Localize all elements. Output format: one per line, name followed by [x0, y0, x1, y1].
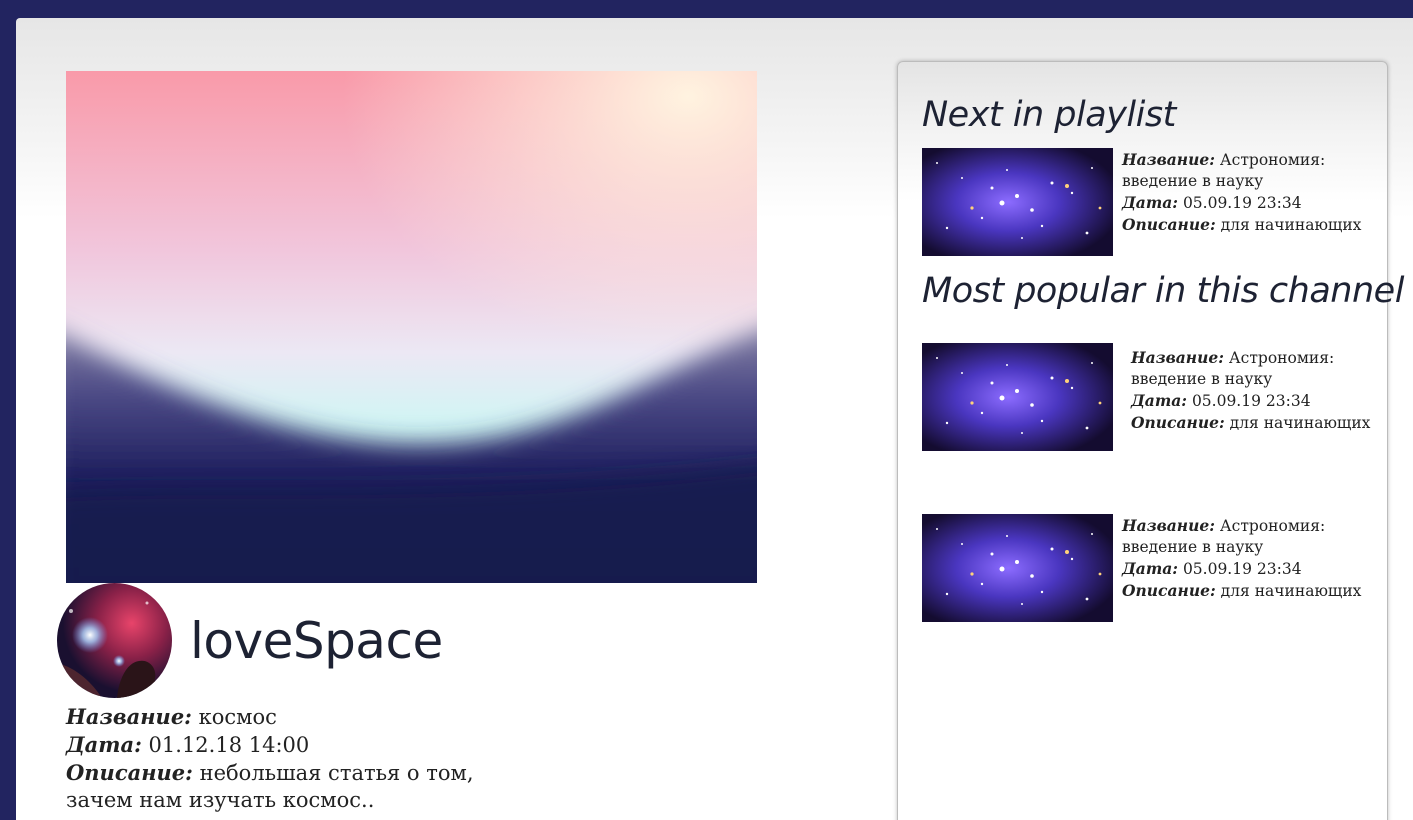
- popular-item-info[interactable]: Название: Астрономия: введение в науку Д…: [1122, 515, 1361, 602]
- video-date-row: Дата: 01.12.18 14:00: [66, 731, 506, 759]
- video-date: 01.12.18 14:00: [148, 733, 310, 757]
- video-title-row: Название: космос: [66, 703, 506, 731]
- video-description-cont: зачем нам изучать космос..: [66, 788, 375, 812]
- popular-heading: Most popular in this channel: [922, 271, 1404, 311]
- playlist-item-info[interactable]: Название: Астрономия: введение в науку Д…: [1122, 149, 1361, 236]
- description-label: Описание:: [1122, 215, 1216, 234]
- popular-item-info[interactable]: Название: Астрономия: введение в науку Д…: [1131, 347, 1370, 434]
- video-title: космос: [198, 705, 277, 729]
- item-title-cont: введение в науку: [1122, 538, 1264, 556]
- nebula-image: [57, 583, 172, 698]
- date-label: Дата:: [1122, 193, 1178, 212]
- item-description: для начинающих: [1229, 414, 1371, 432]
- video-frame: [66, 71, 757, 583]
- date-label: Дата:: [1122, 559, 1178, 578]
- item-title: Астрономия:: [1219, 151, 1326, 169]
- item-title: Астрономия:: [1219, 517, 1326, 535]
- playlist-item-thumbnail[interactable]: [922, 148, 1113, 256]
- popular-item-thumbnail[interactable]: [922, 343, 1113, 451]
- channel-name[interactable]: loveSpace: [190, 612, 443, 670]
- title-label: Название:: [1131, 348, 1224, 367]
- date-label: Дата:: [66, 732, 142, 757]
- date-label: Дата:: [1131, 391, 1187, 410]
- item-title-cont: введение в науку: [1131, 370, 1273, 388]
- video-details: Название: космос Дата: 01.12.18 14:00 Оп…: [66, 703, 506, 814]
- item-description: для начинающих: [1220, 216, 1362, 234]
- item-date: 05.09.19 23:34: [1182, 560, 1302, 578]
- title-label: Название:: [1122, 150, 1215, 169]
- item-title: Астрономия:: [1228, 349, 1335, 367]
- title-label: Название:: [1122, 516, 1215, 535]
- galaxy-cluster-image: [922, 514, 1113, 622]
- video-player[interactable]: [66, 71, 757, 583]
- item-title-cont: введение в науку: [1122, 172, 1264, 190]
- item-date: 05.09.19 23:34: [1182, 194, 1302, 212]
- video-description-row: Описание: небольшая статья о том,: [66, 759, 506, 787]
- galaxy-cluster-image: [922, 343, 1113, 451]
- channel-avatar[interactable]: [57, 583, 172, 698]
- playlist-heading: Next in playlist: [922, 95, 1176, 135]
- description-label: Описание:: [66, 760, 193, 785]
- item-date: 05.09.19 23:34: [1191, 392, 1311, 410]
- item-description: для начинающих: [1220, 582, 1362, 600]
- video-description: небольшая статья о том,: [199, 761, 474, 785]
- galaxy-cluster-image: [922, 148, 1113, 256]
- popular-item-thumbnail[interactable]: [922, 514, 1113, 622]
- description-label: Описание:: [1131, 413, 1225, 432]
- title-label: Название:: [66, 704, 192, 729]
- description-label: Описание:: [1122, 581, 1216, 600]
